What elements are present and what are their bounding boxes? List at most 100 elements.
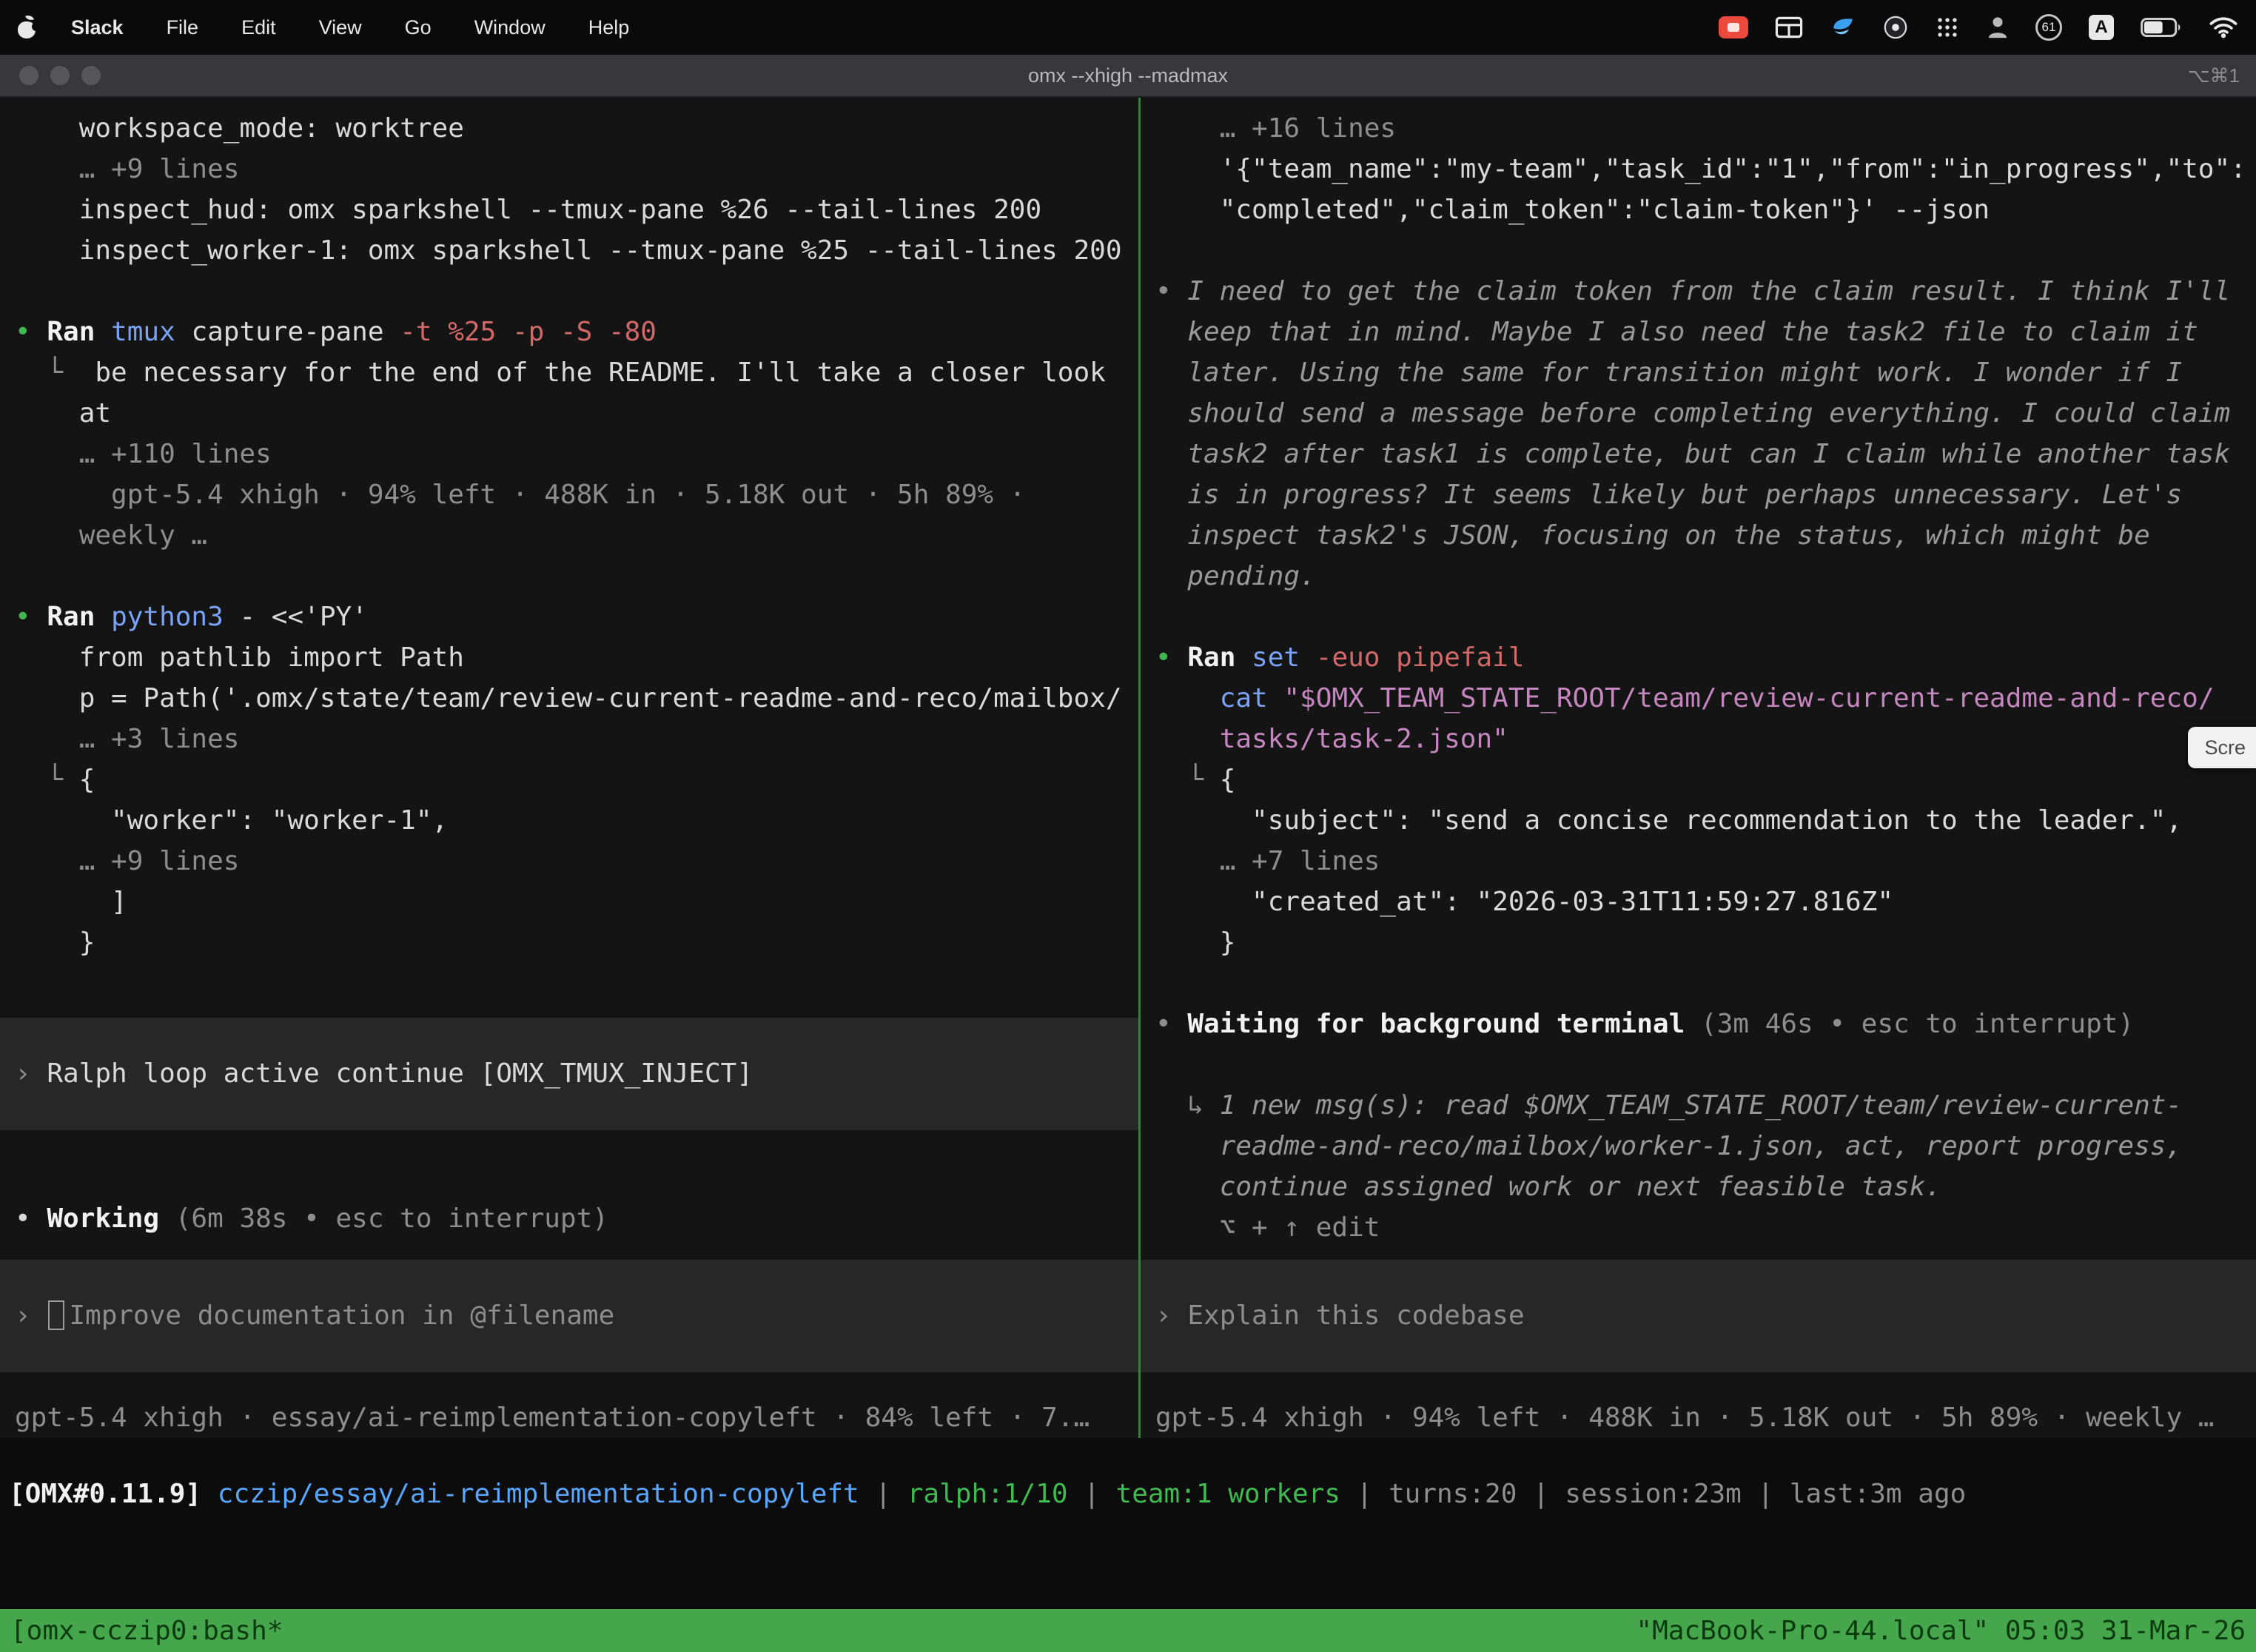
terminal-line: • Working (6m 38s • esc to interrupt) <box>0 1198 1138 1239</box>
terminal-line: "completed","claim_token":"claim-token"}… <box>1141 189 2256 230</box>
text-segment: … +110 lines <box>15 439 272 469</box>
pane-right-content: … +16 lines '{"team_name":"my-team","tas… <box>1141 108 2256 1248</box>
wifi-icon[interactable] <box>2209 16 2238 39</box>
terminal-line: … +16 lines <box>1141 108 2256 149</box>
window-title-bar[interactable]: omx --xhigh --madmax ⌥⌘1 <box>0 55 2256 98</box>
user-status-icon[interactable] <box>1987 15 2009 40</box>
text-segment: "created_at": "2026-03-31T11:59:27.816Z" <box>1155 887 1893 917</box>
text-segment: • <box>1155 276 1187 306</box>
text-segment: Ralph loop active continue [OMX_TMUX_INJ… <box>47 1058 753 1089</box>
window-manager-icon[interactable] <box>1775 16 1803 38</box>
terminal-line: at <box>0 393 1138 434</box>
text-segment: • <box>15 602 47 632</box>
text-segment: "subject": "send a concise recommendatio… <box>1155 805 2182 836</box>
menu-help[interactable]: Help <box>572 16 646 39</box>
terminal-line: weekly … <box>0 515 1138 556</box>
text-segment: • <box>1155 642 1187 673</box>
text-segment: … +9 lines <box>15 154 239 184</box>
apple-menu-icon[interactable] <box>18 16 37 38</box>
menu-view[interactable]: View <box>303 16 378 39</box>
text-segment: tasks/task-2.json" <box>1220 724 1508 754</box>
menu-app-slack[interactable]: Slack <box>55 16 140 39</box>
terminal-line: • I need to get the claim token from the… <box>1141 271 2256 312</box>
injected-prompt[interactable]: › Ralph loop active continue [OMX_TMUX_I… <box>0 1018 1138 1130</box>
terminal-line: task2 after task1 is complete, but can I… <box>1141 434 2256 474</box>
text-segment: - <<'PY' <box>239 602 367 632</box>
terminal-line: gpt-5.4 xhigh · 94% left · 488K in · 5.1… <box>0 474 1138 515</box>
battery-percent-value: 61 <box>2042 20 2056 35</box>
text-segment: gpt-5.4 xhigh · essay/ai-reimplementatio… <box>15 1403 1090 1433</box>
text-segment: session:23m <box>1565 1479 1741 1509</box>
text-segment: be necessary for the end of the README. … <box>95 357 1105 388</box>
input-source-icon[interactable]: A <box>2089 15 2114 40</box>
text-segment: › <box>1155 1300 1187 1331</box>
terminal-line: inspect_hud: omx sparkshell --tmux-pane … <box>0 189 1138 230</box>
text-segment: Explain this codebase <box>1187 1300 1524 1331</box>
prompt-input[interactable]: › Improve documentation in @filename <box>0 1260 1138 1372</box>
text-segment: (6m 38s • esc to interrupt) <box>175 1203 608 1234</box>
terminal-pane-left[interactable]: workspace_mode: worktree … +9 lines insp… <box>0 98 1138 1438</box>
screen-recording-icon[interactable] <box>1719 16 1748 38</box>
tmux-host-clock: "MacBook-Pro-44.local" 05:03 31-Mar-26 <box>1636 1616 2246 1646</box>
menu-bar: Slack File Edit View Go Window Help <box>0 0 2256 55</box>
text-segment: weekly … <box>15 520 207 551</box>
text-segment: 1 new msg(s): read $OMX_TEAM_STATE_ROOT/… <box>1220 1090 2182 1121</box>
text-segment: at <box>15 398 111 429</box>
terminal-line: inspect_worker-1: omx sparkshell --tmux-… <box>0 230 1138 271</box>
pane-right-bottom: › Explain this codebasegpt-5.4 xhigh · 9… <box>1141 1260 2256 1438</box>
battery-percent-badge[interactable]: 61 <box>2035 14 2062 41</box>
text-segment: gpt-5.4 xhigh · 94% left · 488K in · 5.1… <box>15 480 1025 510</box>
macos-screen: Slack File Edit View Go Window Help <box>0 0 2256 1652</box>
terminal-pane-right[interactable]: … +16 lines '{"team_name":"my-team","tas… <box>1141 98 2256 1438</box>
menu-edit[interactable]: Edit <box>225 16 292 39</box>
terminal-line: "created_at": "2026-03-31T11:59:27.816Z" <box>1141 882 2256 922</box>
text-segment: } <box>1155 927 1235 958</box>
terminal-line <box>0 963 1138 1018</box>
terminal-line <box>1141 1044 2256 1085</box>
text-segment: › <box>15 1058 47 1089</box>
terminal-line: "worker": "worker-1", <box>0 800 1138 841</box>
app-icon-round[interactable] <box>1883 15 1908 40</box>
text-segment: | <box>1517 1479 1565 1509</box>
text-segment: └ <box>1155 765 1220 795</box>
window-shortcut-hint: ⌥⌘1 <box>2188 64 2256 87</box>
text-segment: "worker": "worker-1", <box>15 805 448 836</box>
text-cursor <box>48 1300 64 1330</box>
text-segment: last:3m ago <box>1790 1479 1966 1509</box>
text-segment: -euo pipefail <box>1316 642 1525 673</box>
prompt-suggestion[interactable]: › Explain this codebase <box>1141 1260 2256 1372</box>
text-segment: tmux <box>111 317 191 347</box>
text-segment: capture-pane <box>191 317 400 347</box>
text-segment: } <box>15 927 95 958</box>
menu-file[interactable]: File <box>150 16 215 39</box>
app-icon-blue[interactable] <box>1830 15 1856 40</box>
screen-share-notification[interactable]: Scre <box>2188 727 2256 768</box>
menu-window[interactable]: Window <box>458 16 562 39</box>
terminal-line <box>1141 597 2256 637</box>
text-segment: set <box>1252 642 1316 673</box>
text-segment: | <box>1340 1479 1389 1509</box>
text-segment: inspect_hud: omx sparkshell --tmux-pane … <box>15 195 1041 225</box>
terminal-line: • Ran set -euo pipefail <box>1141 637 2256 678</box>
terminal-line: later. Using the same for transition mig… <box>1141 352 2256 393</box>
text-segment: Ran <box>47 317 111 347</box>
text-segment: workspace_mode: worktree <box>15 113 464 144</box>
text-segment: (3m 46s • esc to interrupt) <box>1701 1009 2134 1039</box>
terminal-line <box>0 271 1138 312</box>
text-segment: … +16 lines <box>1155 113 1396 144</box>
terminal-line <box>1141 1372 2256 1397</box>
grid-dots-icon[interactable] <box>1935 15 1960 40</box>
tmux-window-label[interactable]: [omx-cczip0:bash* <box>10 1616 283 1646</box>
tmux-status-bar: [omx-cczip0:bash* "MacBook-Pro-44.local"… <box>0 1609 2256 1652</box>
text-segment: is in progress? It seems likely but perh… <box>1155 480 2182 510</box>
menu-go[interactable]: Go <box>389 16 448 39</box>
terminal-line: • Ran python3 - <<'PY' <box>0 597 1138 637</box>
terminal-line: should send a message before completing … <box>1141 393 2256 434</box>
terminal-line: keep that in mind. Maybe I also need the… <box>1141 312 2256 352</box>
terminal-line <box>1141 963 2256 1004</box>
battery-icon[interactable] <box>2141 17 2182 38</box>
text-segment <box>1155 724 1220 754</box>
text-segment: cat <box>1220 683 1284 713</box>
text-segment: continue assigned work or next feasible … <box>1155 1172 1941 1202</box>
text-segment: team:1 workers <box>1116 1479 1340 1509</box>
